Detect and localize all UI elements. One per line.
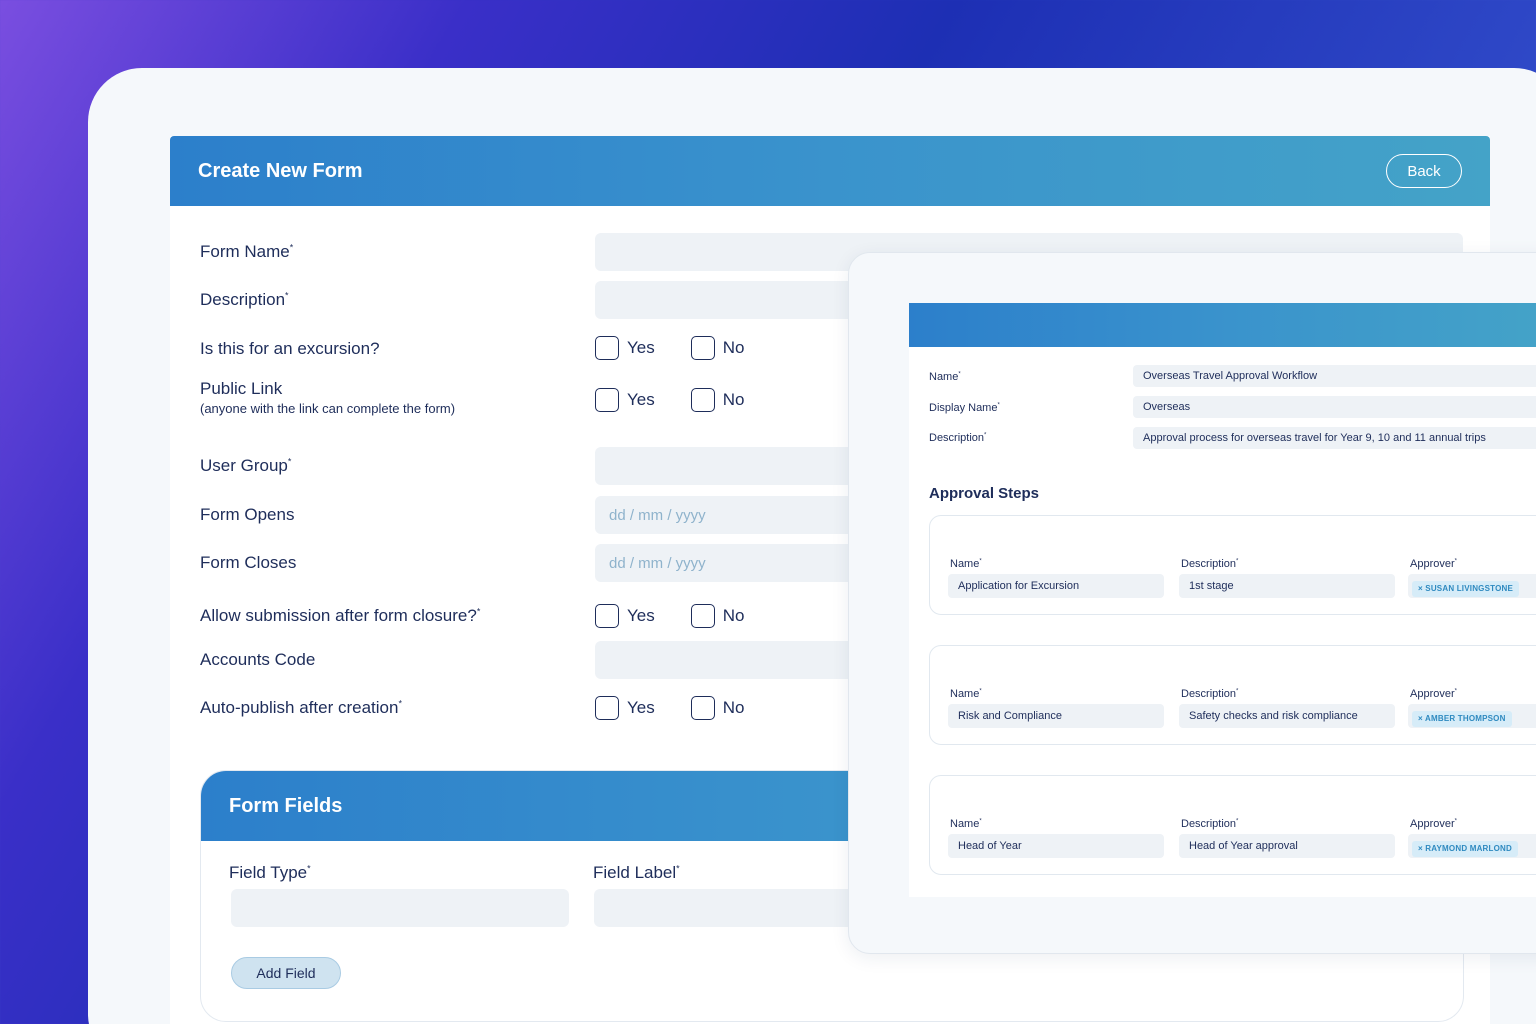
- auto-publish-yes-checkbox[interactable]: [595, 696, 619, 720]
- field-label-label: Field Label*: [593, 863, 680, 882]
- step-description-value[interactable]: Safety checks and risk compliance: [1179, 704, 1395, 728]
- public-link-label: Public Link (anyone with the link can co…: [200, 379, 456, 416]
- form-opens-label: Form Opens: [200, 505, 295, 524]
- excursion-options: Yes No: [595, 336, 780, 360]
- form-name-label: Form Name*: [200, 242, 294, 261]
- excursion-label: Is this for an excursion?: [200, 339, 380, 358]
- step-approver-label: Approver*: [1410, 558, 1457, 570]
- add-field-button[interactable]: Add Field: [231, 957, 341, 989]
- step-name-label: Name*: [950, 818, 982, 830]
- form-closes-label: Form Closes: [200, 553, 297, 572]
- workflow-description-value[interactable]: Approval process for overseas travel for…: [1133, 427, 1536, 449]
- allow-submission-yes-label: Yes: [627, 606, 655, 625]
- auto-publish-no-label: No: [722, 698, 745, 717]
- step-name-label: Name*: [950, 558, 982, 570]
- approval-step: Name* Risk and Compliance Description* S…: [929, 645, 1536, 745]
- auto-publish-no-checkbox[interactable]: [690, 696, 715, 720]
- excursion-no-label: No: [722, 338, 745, 357]
- approver-chip[interactable]: × SUSAN LIVINGSTONE: [1412, 581, 1520, 597]
- auto-publish-label: Auto-publish after creation*: [200, 698, 402, 717]
- field-type-label: Field Type*: [229, 863, 311, 882]
- allow-submission-yes-checkbox[interactable]: [595, 604, 619, 628]
- allow-submission-label: Allow submission after form closure?*: [200, 606, 481, 625]
- approver-chip[interactable]: × RAYMOND MARLOND: [1412, 841, 1518, 857]
- back-button[interactable]: Back: [1386, 154, 1462, 188]
- workflow-name-label: Name*: [929, 371, 961, 383]
- excursion-yes-checkbox[interactable]: [595, 336, 619, 360]
- public-link-no-checkbox[interactable]: [690, 388, 715, 412]
- approval-step: Name* Head of Year Description* Head of …: [929, 775, 1536, 875]
- form-fields-title: Form Fields: [229, 795, 343, 817]
- workflow-header: [909, 303, 1536, 347]
- accounts-code-label: Accounts Code: [200, 650, 316, 669]
- workflow-display-name-label: Display Name*: [929, 402, 1000, 414]
- auto-publish-yes-label: Yes: [627, 698, 655, 717]
- allow-submission-no-label: No: [722, 606, 745, 625]
- allow-submission-no-checkbox[interactable]: [690, 604, 715, 628]
- step-description-value[interactable]: 1st stage: [1179, 574, 1395, 598]
- excursion-no-checkbox[interactable]: [690, 336, 715, 360]
- public-link-yes-checkbox[interactable]: [595, 388, 619, 412]
- public-link-note: (anyone with the link can complete the f…: [200, 401, 456, 416]
- panel-header: Create New Form Back: [170, 136, 1490, 206]
- step-name-value[interactable]: Head of Year: [948, 834, 1164, 858]
- approval-steps-title: Approval Steps: [929, 485, 1040, 502]
- public-link-yes-label: Yes: [627, 390, 655, 409]
- step-approver-label: Approver*: [1410, 818, 1457, 830]
- step-description-label: Description*: [1181, 818, 1239, 830]
- user-group-label: User Group*: [200, 456, 292, 475]
- public-link-no-label: No: [722, 390, 745, 409]
- approver-chip[interactable]: × AMBER THOMPSON: [1412, 711, 1512, 727]
- step-approver-field[interactable]: × AMBER THOMPSON: [1408, 704, 1536, 728]
- description-label: Description*: [200, 290, 289, 309]
- workflow-preview-card: Name* Overseas Travel Approval Workflow …: [848, 252, 1536, 954]
- step-approver-field[interactable]: × SUSAN LIVINGSTONE: [1408, 574, 1536, 598]
- page-title: Create New Form: [198, 160, 363, 182]
- approval-step: Name* Application for Excursion Descript…: [929, 515, 1536, 615]
- public-link-options: Yes No: [595, 388, 780, 412]
- workflow-panel: Name* Overseas Travel Approval Workflow …: [909, 303, 1536, 897]
- workflow-description-label: Description*: [929, 432, 987, 444]
- step-description-label: Description*: [1181, 688, 1239, 700]
- step-approver-field[interactable]: × RAYMOND MARLOND: [1408, 834, 1536, 858]
- allow-submission-options: Yes No: [595, 604, 780, 628]
- excursion-yes-label: Yes: [627, 338, 655, 357]
- step-approver-label: Approver*: [1410, 688, 1457, 700]
- step-description-value[interactable]: Head of Year approval: [1179, 834, 1395, 858]
- step-name-value[interactable]: Application for Excursion: [948, 574, 1164, 598]
- auto-publish-options: Yes No: [595, 696, 780, 720]
- step-description-label: Description*: [1181, 558, 1239, 570]
- workflow-display-name-value[interactable]: Overseas: [1133, 396, 1536, 418]
- workflow-name-value[interactable]: Overseas Travel Approval Workflow: [1133, 365, 1536, 387]
- step-name-value[interactable]: Risk and Compliance: [948, 704, 1164, 728]
- step-name-label: Name*: [950, 688, 982, 700]
- field-type-input[interactable]: [231, 889, 569, 927]
